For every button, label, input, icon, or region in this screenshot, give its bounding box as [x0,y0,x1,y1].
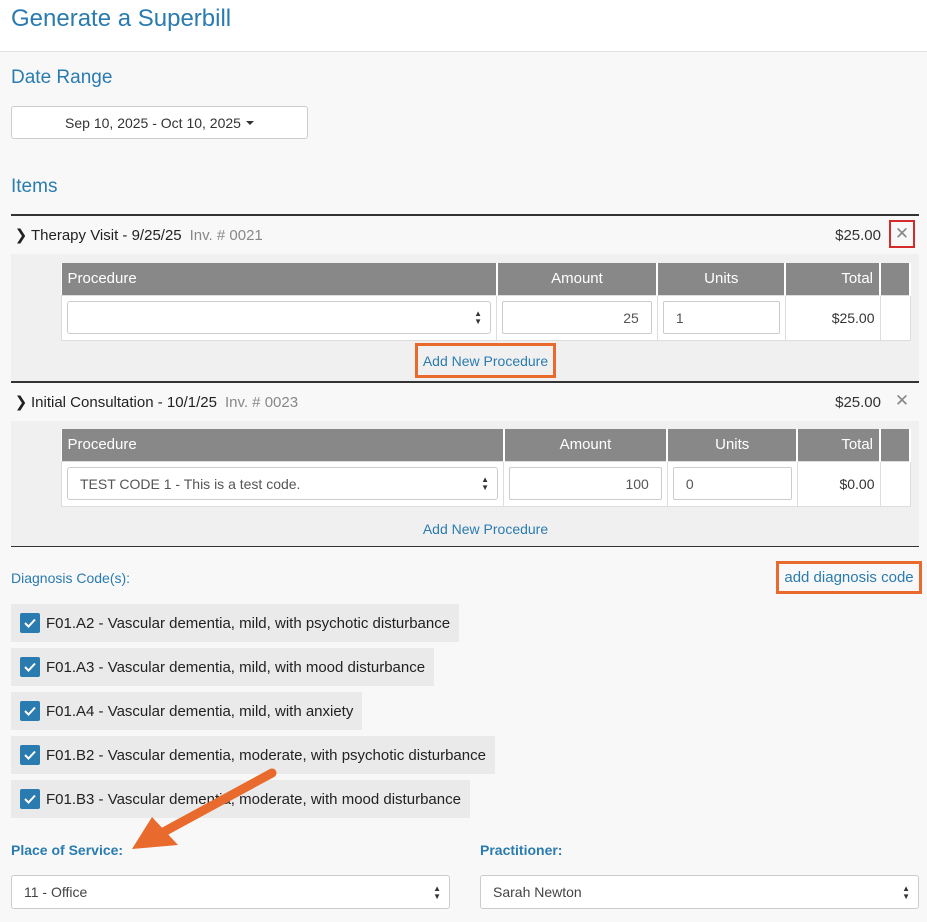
procedure-table: Procedure Amount Units Total TEST CODE 1… [60,429,911,507]
date-range-picker[interactable]: Sep 10, 2025 - Oct 10, 2025 [11,106,308,139]
add-diagnosis-code-link[interactable]: add diagnosis code [776,561,922,594]
diagnosis-code-label: F01.A3 - Vascular dementia, mild, with m… [46,658,426,676]
diagnosis-code-label: F01.A2 - Vascular dementia, mild, with p… [46,614,451,632]
units-input-value: 1 [675,309,684,326]
updown-arrows-icon: ▲ ▼ [433,884,441,901]
amount-input-value: 25 [623,309,639,326]
item-amount: $25.00 [835,393,881,411]
actions-column-header [880,429,911,461]
item-header[interactable]: ❯ Therapy Visit - 9/25/25 Inv. # 0021 $2… [11,214,919,254]
diagnosis-checkbox-item[interactable]: F01.A2 - Vascular dementia, mild, with p… [11,604,460,642]
table-row: ▲ ▼ 25 1 $25.00 [60,294,911,341]
practitioner-label: Practitioner: [480,842,563,858]
units-input-value: 0 [685,475,694,492]
place-of-service-label: Place of Service: [11,842,124,858]
item-body: Procedure Amount Units Total ▲ ▼ 25 1 $2… [11,254,919,381]
row-total: $25.00 [784,294,881,341]
practitioner-select[interactable]: Sarah Newton ▲ ▼ [480,875,919,909]
place-of-service-value: 11 - Office [24,884,88,900]
item-amount: $25.00 [835,226,881,244]
item-invoice: Inv. # 0023 [224,393,299,411]
procedure-select-value: TEST CODE 1 - This is a test code. [80,475,301,492]
diagnosis-code-label: F01.A4 - Vascular dementia, mild, with a… [46,702,354,720]
total-column-header: Total [797,429,882,461]
date-range-heading: Date Range [11,67,113,88]
diagnosis-label: Diagnosis Code(s): [11,570,131,586]
amount-input[interactable]: 25 [502,301,652,334]
procedure-column-header: Procedure [61,429,505,461]
checkmark-icon[interactable] [20,789,40,809]
checkmark-icon[interactable] [20,701,40,721]
total-column-header: Total [785,263,882,295]
amount-input-value: 100 [625,475,649,492]
procedure-column-header: Procedure [61,263,498,295]
amount-column-header: Amount [503,429,669,461]
page-title: Generate a Superbill [11,5,232,32]
updown-arrows-icon: ▲ ▼ [902,884,910,901]
item-body: Procedure Amount Units Total TEST CODE 1… [11,421,919,547]
updown-arrows-icon: ▲ ▼ [474,309,483,326]
units-input[interactable]: 1 [662,301,780,334]
procedure-select[interactable]: ▲ ▼ [67,301,492,334]
row-actions [879,460,911,507]
close-icon[interactable]: ✕ [889,220,915,248]
items-heading: Items [11,176,58,197]
add-new-procedure-link[interactable]: Add New Procedure [415,343,556,378]
diagnosis-checkbox-item[interactable]: F01.A3 - Vascular dementia, mild, with m… [11,648,435,686]
units-input[interactable]: 0 [672,467,792,500]
page-header: Generate a Superbill [0,0,927,52]
date-range-value: Sep 10, 2025 - Oct 10, 2025 [65,114,241,131]
caret-down-icon [245,120,254,125]
procedure-table: Procedure Amount Units Total ▲ ▼ 25 1 $2… [60,263,911,341]
actions-column-header [880,263,911,295]
practitioner-value: Sarah Newton [493,884,582,900]
updown-arrows-icon: ▲ ▼ [481,475,490,492]
annotation-arrow-icon [132,768,277,849]
item-title: Initial Consultation - 10/1/25 [31,393,217,411]
close-icon[interactable]: ✕ [889,387,915,415]
chevron-right-icon[interactable]: ❯ [11,226,31,244]
item-title: Therapy Visit - 9/25/25 [31,226,182,244]
units-column-header: Units [667,429,799,461]
add-new-procedure-link[interactable]: Add New Procedure [415,512,556,545]
chevron-right-icon[interactable]: ❯ [11,393,31,411]
row-actions [879,294,911,341]
place-of-service-select[interactable]: 11 - Office ▲ ▼ [11,875,450,909]
diagnosis-code-label: F01.B2 - Vascular dementia, moderate, wi… [46,746,486,764]
checkmark-icon[interactable] [20,613,40,633]
amount-input[interactable]: 100 [509,467,662,500]
item-header[interactable]: ❯ Initial Consultation - 10/1/25 Inv. # … [11,381,919,421]
checkmark-icon[interactable] [20,657,40,677]
amount-column-header: Amount [496,263,659,295]
diagnosis-checkbox-item[interactable]: F01.A4 - Vascular dementia, mild, with a… [11,692,363,730]
row-total: $0.00 [796,460,881,507]
units-column-header: Units [657,263,787,295]
checkmark-icon[interactable] [20,745,40,765]
table-row: TEST CODE 1 - This is a test code. ▲ ▼ 10… [60,460,911,507]
item-invoice: Inv. # 0021 [189,226,263,244]
procedure-select[interactable]: TEST CODE 1 - This is a test code. ▲ ▼ [67,467,499,500]
